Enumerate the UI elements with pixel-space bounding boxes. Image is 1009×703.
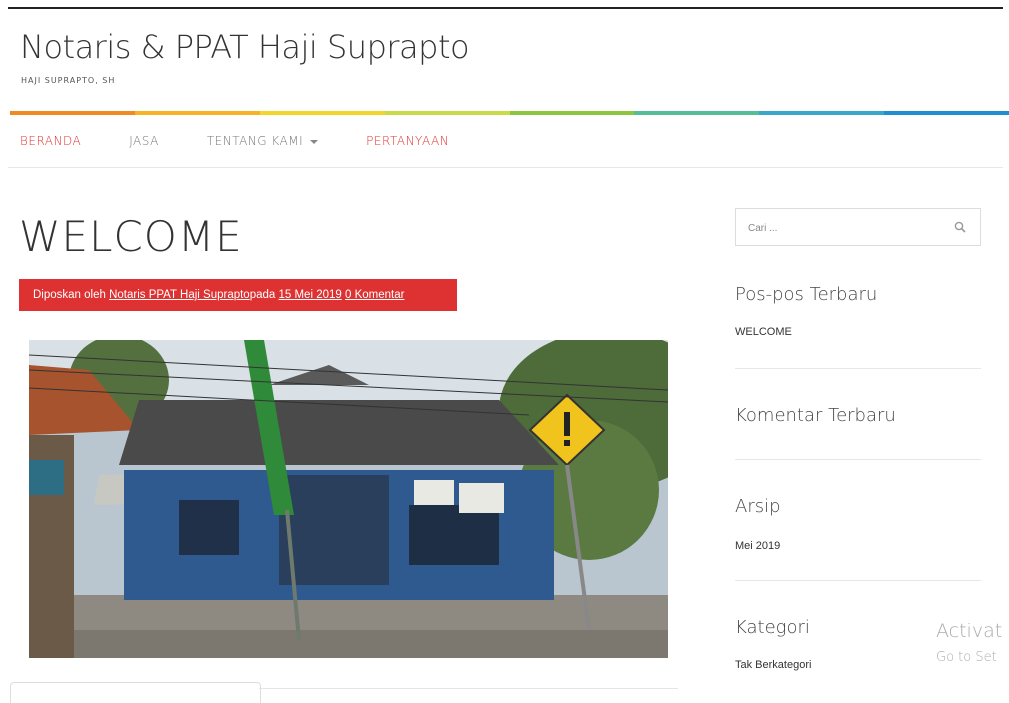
- search-icon[interactable]: [954, 221, 966, 233]
- post-featured-image: [29, 340, 668, 658]
- nav-item-tentang-kami[interactable]: TENTANG KAMI: [206, 134, 319, 148]
- widget-divider: [735, 459, 981, 460]
- widget-title-recent-posts: Pos-pos Terbaru: [735, 284, 878, 305]
- chevron-down-icon: [310, 139, 319, 144]
- color-segment: [759, 111, 885, 115]
- site-title[interactable]: Notaris & PPAT Haji Suprapto: [20, 28, 470, 66]
- recent-post-link[interactable]: WELCOME: [735, 326, 792, 338]
- color-segment: [10, 111, 135, 115]
- widget-divider: [735, 580, 981, 581]
- nav-item-label: TENTANG KAMI: [206, 134, 304, 148]
- color-segment: [134, 111, 260, 115]
- widget-divider: [735, 368, 981, 369]
- widget-title-recent-comments: Komentar Terbaru: [735, 405, 896, 426]
- author-link[interactable]: Notaris PPAT Haji Suprapto: [109, 289, 250, 301]
- color-segment: [384, 111, 510, 115]
- search-input[interactable]: [736, 209, 940, 247]
- comments-link[interactable]: 0 Komentar: [345, 289, 404, 301]
- top-border: [8, 7, 1003, 9]
- activation-watermark: Activat: [936, 620, 1003, 642]
- post-title[interactable]: WELCOME: [19, 212, 243, 261]
- post-meta-bar: Diposkan oleh Notaris PPAT Haji Suprapto…: [19, 279, 457, 311]
- nav-divider: [8, 167, 1003, 168]
- widget-title-categories: Kategori: [735, 617, 810, 638]
- color-segment: [634, 111, 760, 115]
- color-segment: [884, 111, 1009, 115]
- comment-tab[interactable]: [10, 682, 261, 703]
- meta-date-prefix: pada: [249, 289, 279, 301]
- site-description: HAJI SUPRAPTO, SH: [21, 76, 116, 85]
- nav-item-beranda[interactable]: BERANDA: [20, 134, 81, 148]
- street-view-building-photo: [29, 340, 668, 658]
- meta-prefix: Diposkan oleh: [33, 289, 110, 301]
- search-box: [735, 208, 981, 247]
- main-navigation: BERANDA JASA TENTANG KAMI PERTANYAAN: [20, 134, 497, 148]
- category-link[interactable]: Tak Berkategori: [735, 659, 811, 671]
- date-link[interactable]: 15 Mei 2019: [278, 289, 341, 301]
- nav-item-jasa[interactable]: JASA: [129, 134, 159, 148]
- activation-watermark-sub: Go to Set: [936, 650, 997, 665]
- widget-title-archives: Arsip: [735, 496, 781, 517]
- archive-link[interactable]: Mei 2019: [735, 540, 780, 552]
- nav-item-pertanyaan[interactable]: PERTANYAAN: [366, 134, 449, 148]
- color-segment: [509, 111, 635, 115]
- color-segment: [259, 111, 385, 115]
- rainbow-color-bar: [10, 111, 1009, 115]
- content-divider: [259, 688, 678, 689]
